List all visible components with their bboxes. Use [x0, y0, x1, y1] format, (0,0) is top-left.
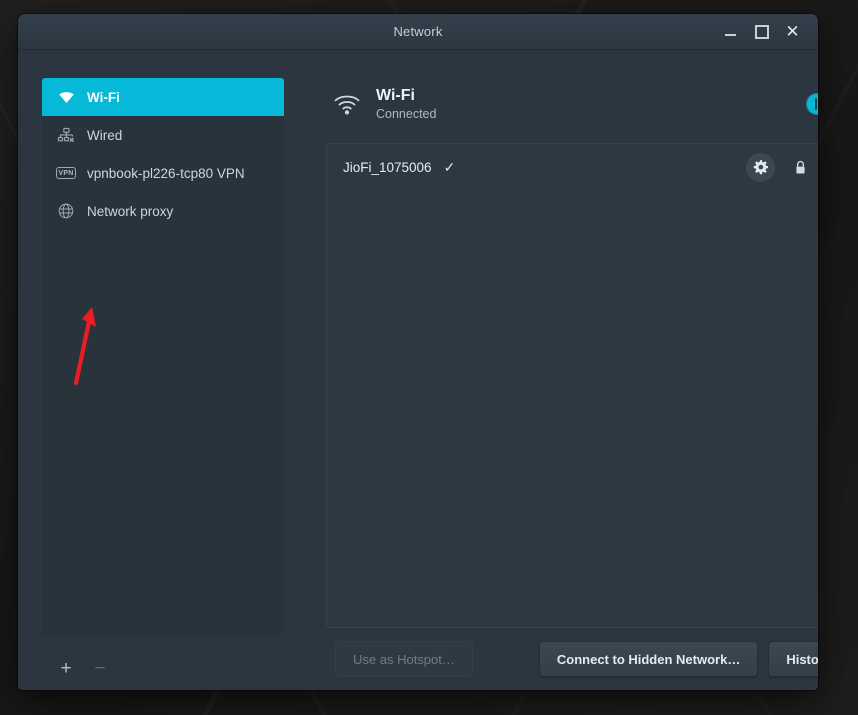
page-title: Wi-Fi — [376, 86, 415, 104]
maximize-button[interactable] — [752, 22, 771, 41]
vpn-badge-icon: VPN — [55, 163, 77, 183]
network-ssid: JioFi_1075006 — [343, 160, 432, 175]
wifi-header: Wi-Fi Connected — [326, 76, 818, 132]
lock-icon — [791, 160, 809, 175]
minimize-button[interactable] — [721, 22, 740, 41]
sidebar-item-label: Wired — [87, 127, 123, 143]
sidebar-item-label: vpnbook-pl226-tcp80 VPN — [87, 165, 245, 181]
sidebar-item-wired[interactable]: Wired — [42, 116, 284, 154]
network-list: JioFi_1075006 ✓ — [326, 143, 818, 628]
sidebar-item-network-proxy[interactable]: Network proxy — [42, 192, 284, 230]
network-settings-window: Network ✕ Wi-Fi Wired VPN vpnbook-pl226-… — [18, 14, 818, 690]
connected-check-icon: ✓ — [443, 159, 456, 175]
main-action-buttons: Use as Hotspot… Connect to Hidden Networ… — [326, 628, 818, 690]
wired-disconnected-icon — [56, 125, 76, 145]
network-row[interactable]: JioFi_1075006 ✓ — [327, 144, 818, 191]
sidebar-item-wifi[interactable]: Wi-Fi — [42, 78, 284, 116]
main-panel: Wi-Fi Connected JioFi_1075006 ✓ Use as H… — [308, 50, 818, 690]
sidebar: Wi-Fi Wired VPN vpnbook-pl226-tcp80 VPN … — [18, 50, 308, 690]
sidebar-list: Wi-Fi Wired VPN vpnbook-pl226-tcp80 VPN … — [42, 78, 284, 636]
wifi-signal-icon — [330, 89, 364, 119]
wifi-icon — [56, 87, 76, 107]
window-title: Network — [393, 24, 443, 39]
gear-icon[interactable] — [746, 153, 776, 182]
wifi-header-text: Wi-Fi Connected — [376, 86, 436, 122]
connection-status: Connected — [376, 106, 437, 121]
maximize-icon — [754, 24, 769, 39]
use-as-hotspot-button: Use as Hotspot… — [335, 641, 473, 677]
sidebar-item-vpn[interactable]: VPN vpnbook-pl226-tcp80 VPN — [42, 154, 284, 192]
globe-icon — [56, 201, 76, 221]
history-button[interactable]: History — [768, 641, 818, 677]
sidebar-actions: + − — [42, 646, 284, 690]
connect-hidden-network-button[interactable]: Connect to Hidden Network… — [538, 641, 759, 677]
close-button[interactable]: ✕ — [783, 22, 802, 41]
wifi-toggle-switch[interactable] — [806, 93, 818, 115]
sidebar-item-label: Wi-Fi — [87, 89, 120, 105]
toggle-on-mark — [815, 98, 818, 110]
minimize-icon — [725, 34, 736, 36]
sidebar-item-label: Network proxy — [87, 203, 174, 219]
window-controls: ✕ — [721, 22, 810, 41]
window-content: Wi-Fi Wired VPN vpnbook-pl226-tcp80 VPN … — [18, 50, 818, 690]
window-titlebar[interactable]: Network ✕ — [18, 14, 818, 50]
close-icon: ✕ — [785, 22, 800, 41]
add-connection-button[interactable]: + — [52, 654, 80, 682]
remove-connection-button: − — [94, 657, 106, 679]
